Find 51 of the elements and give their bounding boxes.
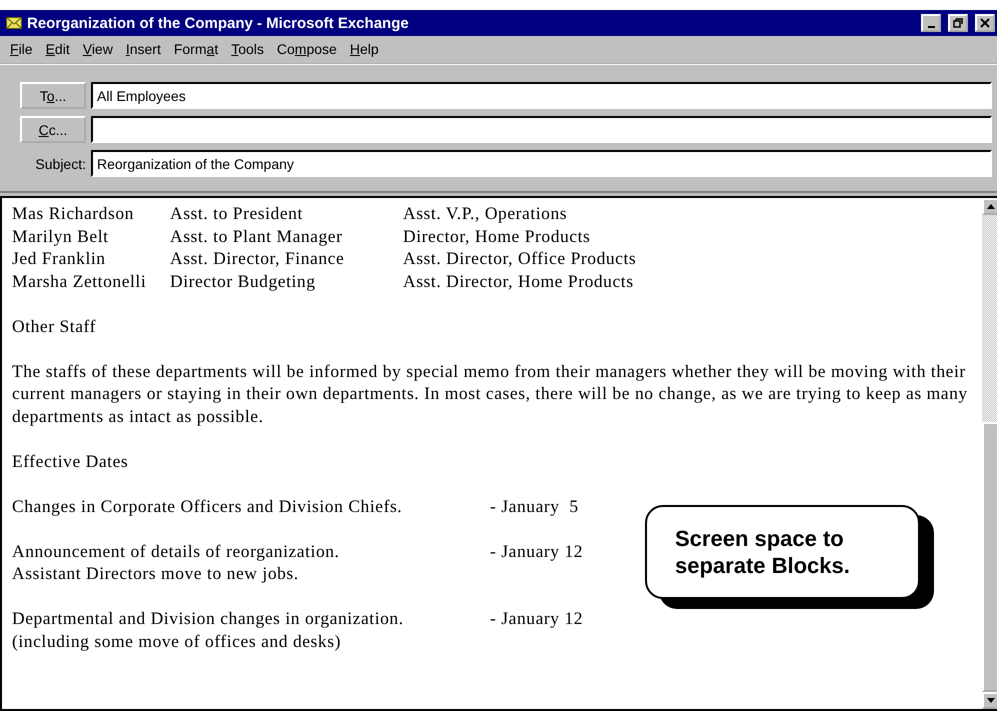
section-heading: Other Staff: [12, 314, 96, 337]
restore-icon: [953, 18, 963, 28]
scroll-up-button[interactable]: [982, 198, 997, 215]
menu-item[interactable]: Edit: [40, 39, 77, 60]
menu-item[interactable]: Insert: [120, 39, 168, 60]
table-cell: Asst. Director, Office Products: [403, 247, 636, 270]
scrollbar[interactable]: [982, 198, 997, 709]
minimize-icon: [928, 26, 934, 28]
table-cell: Marilyn Belt: [12, 224, 109, 247]
restore-button[interactable]: [948, 14, 968, 32]
scroll-thumb[interactable]: [982, 422, 997, 692]
menu-item[interactable]: Format: [168, 39, 226, 60]
paragraph: The staffs of these departments will be informed by special memo from their managers whether they will be moving with their current managers or staying in their own departments. In most cases, there will be no change, as we are trying to keep as many departments as intact as possible.: [12, 360, 969, 427]
envelope-icon: [6, 17, 22, 29]
input-field[interactable]: [91, 116, 992, 143]
date-item-text: Assistant Directors move to new jobs.: [12, 562, 299, 584]
table-cell: Asst. Director, Finance: [170, 247, 344, 270]
date-item-text: (including some move of offices and desks): [12, 630, 341, 652]
table-cell: Marsha Zettonelli: [12, 270, 146, 292]
table-cell: Asst. to Plant Manager: [170, 224, 342, 247]
down-arrow-icon: [986, 698, 994, 703]
minimize-button[interactable]: [921, 14, 941, 32]
date-text: - January 12: [490, 607, 584, 630]
menu-item[interactable]: View: [76, 39, 120, 60]
table-cell: Jed Franklin: [12, 247, 106, 270]
menu-item[interactable]: Tools: [225, 39, 271, 60]
date-item-text: Announcement of details of reorganization.: [12, 540, 340, 562]
table-cell: Asst. V.P., Operations: [403, 202, 568, 224]
up-arrow-icon: [986, 204, 994, 209]
table-cell: Director, Home Products: [403, 224, 590, 247]
table-cell: Asst. to President: [170, 202, 303, 224]
field-label: Subject:: [34, 156, 86, 172]
menu-item[interactable]: Help: [344, 39, 386, 60]
menu-item[interactable]: Compose: [270, 39, 344, 60]
window-title: Reorganization of the Company - Microsoft Exchange: [27, 14, 410, 32]
input-field[interactable]: All Employees: [91, 82, 992, 109]
date-text: - January 5: [490, 494, 579, 517]
date-item-text: Changes in Corporate Officers and Division Chiefs.: [12, 494, 402, 517]
address-button[interactable]: Cc...: [20, 116, 86, 143]
date-text: - January 12: [490, 540, 584, 562]
menu-item[interactable]: File: [4, 39, 40, 60]
table-cell: Asst. Director, Home Products: [403, 270, 634, 292]
scroll-down-button[interactable]: [982, 692, 997, 709]
table-cell: Director Budgeting: [170, 270, 316, 292]
table-cell: Mas Richardson: [12, 202, 134, 224]
section-heading: Effective Dates: [12, 450, 128, 472]
close-icon: [980, 18, 990, 28]
input-field[interactable]: Reorganization of the Company: [91, 150, 992, 177]
close-button[interactable]: [975, 14, 995, 32]
date-item-text: Departmental and Division changes in organization.: [12, 607, 404, 630]
address-button[interactable]: To...: [20, 82, 86, 109]
